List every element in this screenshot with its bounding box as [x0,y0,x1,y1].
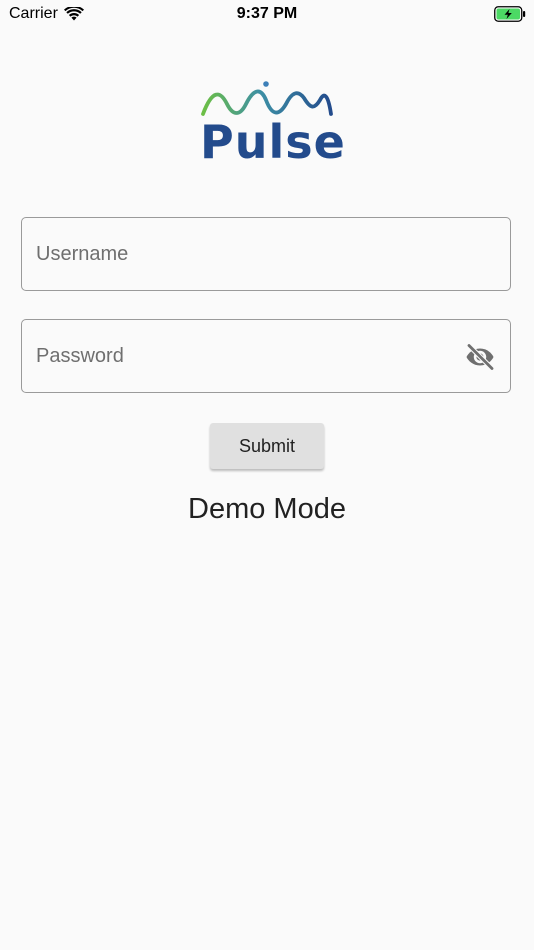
password-field[interactable] [21,319,511,393]
username-field[interactable] [21,217,511,291]
eye-off-icon[interactable] [465,343,495,371]
password-input[interactable] [36,320,466,392]
username-input[interactable] [36,218,466,290]
pulse-logo-text: Pulse [200,115,346,169]
status-time: 9:37 PM [236,5,298,22]
pulse-wave-icon [201,81,333,116]
battery-charging-icon [494,6,526,22]
status-bar: Carrier 9:37 PM [0,0,534,28]
demo-mode-label: Demo Mode [188,493,346,525]
submit-button[interactable]: Submit [210,423,324,469]
pulse-logo: Pulse [200,80,346,170]
